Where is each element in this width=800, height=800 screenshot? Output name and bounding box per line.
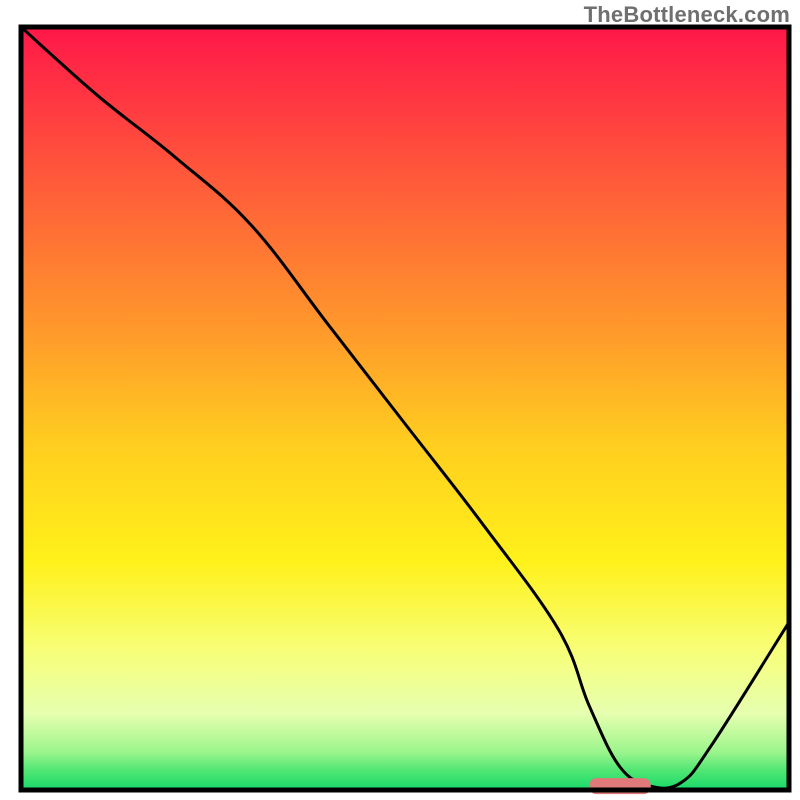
attribution-text: TheBottleneck.com — [584, 2, 790, 28]
bottleneck-chart — [0, 0, 800, 800]
chart-background — [21, 27, 789, 790]
